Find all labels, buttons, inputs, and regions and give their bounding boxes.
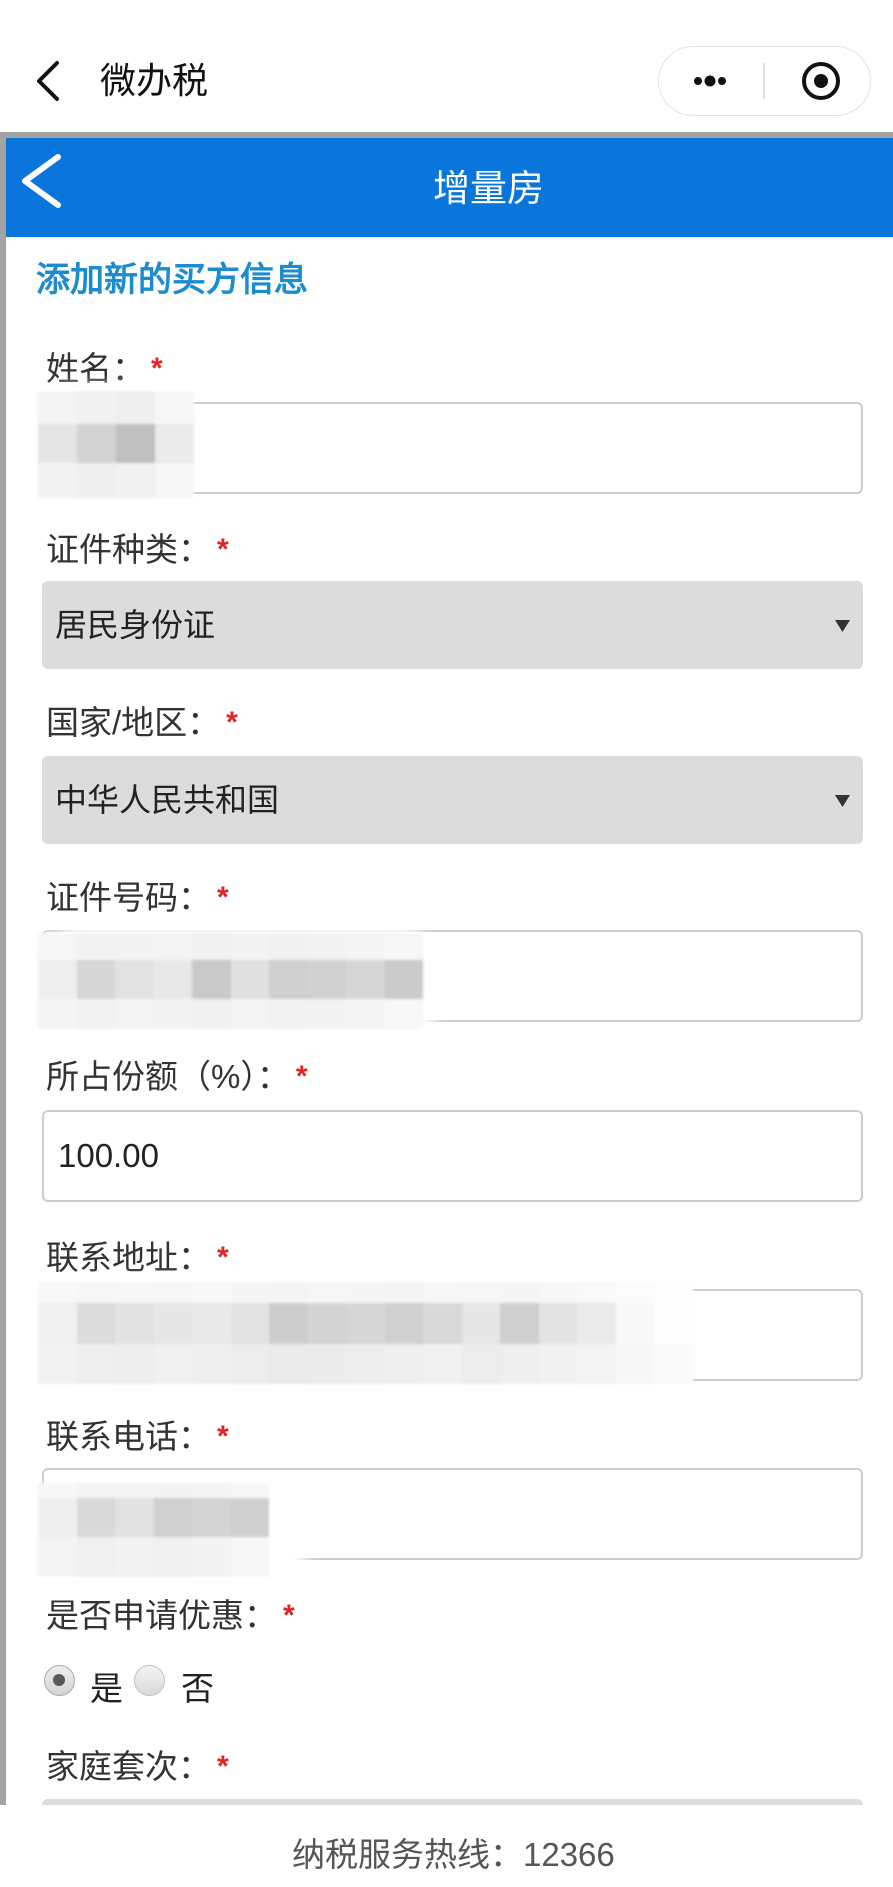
radio-no-label[interactable]: 否 [181, 1669, 214, 1709]
radio-yes[interactable] [44, 1665, 75, 1696]
hotline-text: 纳税服务热线：12366 [292, 1836, 615, 1873]
phone-label: 联系电话： * [46, 1417, 229, 1457]
frame-border-left [0, 132, 6, 1805]
share-percent-input[interactable]: 100.00 [42, 1110, 863, 1202]
required-mark: * [283, 1599, 295, 1632]
miniprogram-nav-bar: 微办税 [0, 0, 893, 132]
household-count-label: 家庭套次： * [46, 1747, 229, 1787]
apply-discount-label-text: 是否申请优惠： [46, 1597, 277, 1634]
address-label: 联系地址： * [46, 1238, 229, 1278]
redacted-mosaic [38, 933, 423, 1029]
miniprogram-title: 微办税 [100, 60, 209, 101]
redacted-mosaic [38, 391, 194, 498]
dropdown-arrow-icon [835, 620, 850, 632]
required-mark: * [295, 1060, 308, 1093]
id-number-label-text: 证件号码： [46, 879, 211, 916]
country-label-text: 国家/地区： [46, 704, 221, 741]
household-count-label-text: 家庭套次： [46, 1748, 211, 1785]
radio-no[interactable] [134, 1665, 165, 1696]
share-percent-label: 所占份额（%）： * [46, 1057, 308, 1097]
required-mark: * [226, 706, 238, 739]
id-type-label-text: 证件种类： [46, 531, 211, 568]
country-select[interactable]: 中华人民共和国 [42, 756, 863, 844]
page-header: 增量房 [6, 138, 893, 237]
required-mark: * [217, 533, 229, 566]
country-value: 中华人民共和国 [55, 782, 280, 818]
radio-yes-label[interactable]: 是 [90, 1669, 123, 1709]
share-percent-value: 100.00 [58, 1137, 159, 1174]
required-mark: * [217, 1750, 229, 1783]
name-label: 姓名： * [46, 349, 163, 389]
id-type-value: 居民身份证 [55, 607, 216, 643]
share-percent-label-text: 所占份额（%）： [46, 1058, 290, 1095]
target-circle-icon[interactable] [799, 59, 843, 103]
chevron-left-icon[interactable] [18, 152, 64, 210]
capsule-menu [658, 46, 871, 116]
redacted-mosaic [38, 1282, 693, 1384]
required-mark: * [151, 352, 163, 385]
chevron-left-icon[interactable] [30, 58, 66, 104]
id-number-label: 证件号码： * [46, 878, 229, 918]
name-label-text: 姓名： [46, 350, 145, 387]
apply-discount-label: 是否申请优惠： * [46, 1596, 295, 1636]
footer: 纳税服务热线：12366 [0, 1805, 893, 1887]
id-type-select[interactable]: 居民身份证 [42, 581, 863, 669]
page-title: 增量房 [433, 168, 544, 209]
more-dots-icon[interactable] [690, 71, 730, 91]
capsule-divider [763, 63, 765, 99]
dropdown-arrow-icon [835, 795, 850, 807]
id-type-label: 证件种类： * [46, 530, 229, 570]
phone-label-text: 联系电话： [46, 1418, 211, 1455]
section-title: 添加新的买方信息 [36, 261, 308, 299]
required-mark: * [217, 1241, 229, 1274]
country-label: 国家/地区： * [46, 703, 238, 743]
webview-frame: 增量房 添加新的买方信息 姓名： * 证件种类： * 居民身份证 国家/地区： * 中… [0, 132, 893, 1805]
address-label-text: 联系地址： [46, 1239, 211, 1276]
redacted-mosaic [38, 1483, 269, 1577]
required-mark: * [217, 1420, 229, 1453]
required-mark: * [217, 881, 229, 914]
